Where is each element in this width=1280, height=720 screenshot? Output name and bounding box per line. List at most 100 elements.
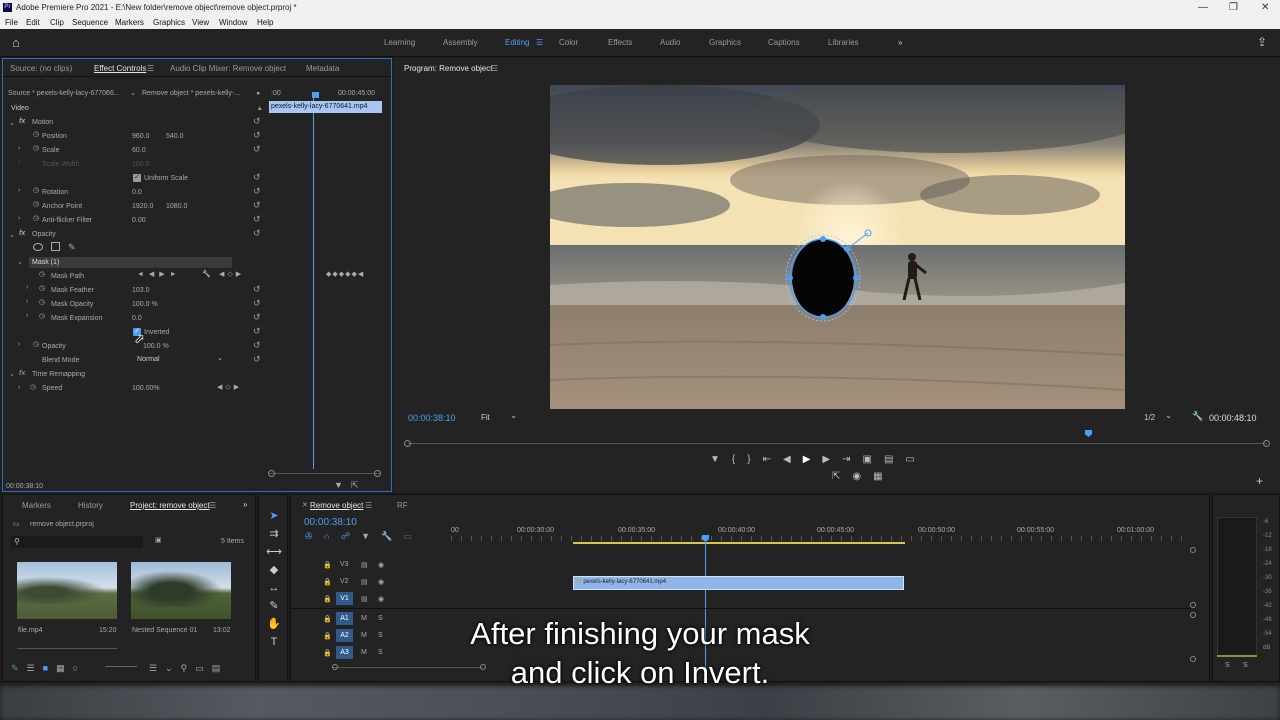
reset-inverted-icon[interactable]: ↺ — [253, 326, 261, 337]
expand-rotation-icon[interactable]: › — [18, 187, 20, 194]
wrench-icon[interactable]: 🔧 — [1192, 411, 1203, 422]
vscroll-handle[interactable] — [1190, 602, 1196, 608]
zoom-scrollbar[interactable] — [269, 473, 381, 474]
uniform-scale-checkbox[interactable]: ✓ — [133, 174, 141, 182]
mask-keyframes[interactable]: ◆◆◆◆◆◀ — [326, 270, 364, 278]
reset-uniform-icon[interactable]: ↺ — [253, 172, 261, 183]
position-x-value[interactable]: 960.0 — [132, 133, 150, 140]
track-select-icon[interactable]: ⇉ — [266, 525, 282, 543]
eye-icon[interactable]: ◉ — [378, 578, 384, 586]
restore-icon[interactable]: ❐ — [1229, 2, 1238, 13]
film-icon[interactable]: ▤ — [361, 595, 368, 603]
lock-icon[interactable]: 🔒 — [323, 650, 332, 657]
settings-icon[interactable]: ▦ — [873, 471, 894, 482]
find-icon[interactable]: ⚲ — [181, 663, 196, 673]
collapse-motion-icon[interactable]: ⌄ — [9, 119, 15, 127]
workspace-editing[interactable]: Editing — [505, 38, 529, 47]
add-button-icon[interactable]: + — [1256, 474, 1263, 488]
panel-menu-icon[interactable]: ☰ — [147, 64, 154, 73]
pen-tool-icon[interactable]: ✎ — [266, 597, 282, 615]
reset-anchor-icon[interactable]: ↺ — [253, 200, 261, 211]
menu-window[interactable]: Window — [219, 18, 247, 27]
stopwatch-icon[interactable]: ◷ — [39, 284, 45, 292]
menu-clip[interactable]: Clip — [50, 18, 64, 27]
snap-icon[interactable]: ∩ — [324, 531, 341, 541]
tab-timeline-sequence[interactable]: Remove object — [310, 501, 363, 510]
dropdown-arrow-icon[interactable]: ⌄ — [130, 89, 136, 97]
scrubber-handle-left[interactable] — [404, 440, 411, 447]
filter-icon[interactable]: ▼ — [334, 480, 343, 490]
transport-controls[interactable]: ▼{}⇤◀▶▶⇥▣▤▭ — [710, 454, 927, 465]
mark-out-icon[interactable]: } — [747, 454, 762, 465]
mask-row-highlight[interactable] — [29, 257, 232, 268]
add-marker-icon[interactable]: ▼ — [710, 454, 732, 465]
lock-icon[interactable]: 🔒 — [323, 633, 332, 640]
mask-label[interactable]: Mask (1) — [32, 259, 59, 266]
zoom-handle-left[interactable] — [268, 470, 275, 477]
reset-opacity-icon[interactable]: ↺ — [253, 228, 261, 239]
expand-mask-opacity-icon[interactable]: › — [26, 298, 28, 305]
expand-expansion-icon[interactable]: › — [26, 312, 28, 319]
workspace-audio[interactable]: Audio — [660, 38, 680, 47]
mask-expansion-value[interactable]: 0.0 — [132, 315, 142, 322]
blend-mode-select[interactable]: Normal ⌄ — [133, 354, 225, 365]
tab-markers[interactable]: Markers — [22, 501, 51, 510]
thumbnail-file[interactable] — [17, 562, 117, 619]
project-toolbar[interactable]: ✎☰■▦○ — [11, 663, 86, 674]
timeline-timecode[interactable]: 00:00:38:10 — [304, 517, 357, 528]
export-icon[interactable]: ⇱ — [351, 480, 359, 491]
keyframe-nav-icon[interactable]: ◀◇▶ — [219, 270, 244, 278]
program-timecode[interactable]: 00:00:38:10 — [408, 413, 456, 423]
workspace-effects[interactable]: Effects — [608, 38, 632, 47]
mask-handle[interactable] — [844, 246, 850, 252]
track-header-v2[interactable]: 🔒 V2 ▤ ◉ — [323, 578, 384, 586]
go-to-out-icon[interactable]: ⇥ — [842, 454, 862, 465]
work-area-bar[interactable] — [573, 542, 905, 544]
type-tool-icon[interactable]: T — [266, 633, 282, 651]
scrubber-handle-right[interactable] — [1263, 440, 1270, 447]
panel-menu-icon[interactable]: ☰ — [209, 501, 216, 510]
reset-rotation-icon[interactable]: ↺ — [253, 186, 261, 197]
zoom-slider-icon[interactable]: ○ — [73, 663, 86, 673]
reset-feather-icon[interactable]: ↺ — [253, 284, 261, 295]
track-header-v3[interactable]: 🔒 V3 ▤ ◉ — [323, 561, 384, 569]
menu-view[interactable]: View — [192, 18, 209, 27]
transport-controls-row2[interactable]: ⇱◉▦ — [832, 471, 895, 482]
position-y-value[interactable]: 540.0 — [166, 133, 184, 140]
ripple-edit-icon[interactable]: ⟷ — [266, 543, 282, 561]
reset-motion-icon[interactable]: ↺ — [253, 116, 261, 127]
hscroll-handle[interactable] — [332, 664, 338, 670]
menu-sequence[interactable]: Sequence — [72, 18, 108, 27]
new-bin-icon[interactable]: ▣ — [155, 536, 162, 544]
stopwatch-icon[interactable]: ◷ — [39, 270, 45, 278]
menu-graphics[interactable]: Graphics — [153, 18, 185, 27]
collapse-time-remap-icon[interactable]: ⌄ — [9, 370, 15, 378]
workspace-libraries[interactable]: Libraries — [828, 38, 859, 47]
timeline-ruler[interactable] — [451, 536, 1191, 541]
linked-selection-icon[interactable]: ☍ — [341, 531, 361, 541]
compare-icon[interactable]: ▭ — [905, 454, 926, 465]
tab-source[interactable]: Source: (no clips) — [10, 64, 72, 73]
expand-feather-icon[interactable]: › — [26, 284, 28, 291]
opacity-value[interactable]: 100.0 % — [143, 343, 169, 350]
rectangle-mask-icon[interactable] — [51, 242, 60, 251]
reset-scale-icon[interactable]: ↺ — [253, 144, 261, 155]
mask-vertex[interactable] — [853, 275, 859, 281]
fit-select[interactable]: Fit ⌄ — [479, 411, 519, 423]
export-frame-icon[interactable]: ⇱ — [832, 471, 852, 482]
fx-icon[interactable]: fx — [19, 118, 25, 125]
reset-opacity-value-icon[interactable]: ↺ — [253, 340, 261, 351]
speed-keyframe-nav-icon[interactable]: ◀◇▶ — [217, 383, 242, 391]
expand-opacity-icon[interactable]: › — [18, 341, 20, 348]
eye-icon[interactable]: ◉ — [378, 595, 384, 603]
film-icon[interactable]: ▤ — [361, 561, 368, 569]
close-icon[interactable]: ✕ — [1261, 2, 1269, 13]
collapse-opacity-icon[interactable]: ⌄ — [9, 231, 15, 239]
fx-icon[interactable]: fx — [19, 230, 25, 237]
thumbnail-scrubber[interactable] — [17, 648, 117, 649]
track-header-a2[interactable]: 🔒 A2 M S — [323, 629, 383, 642]
mask-path-tracking-controls[interactable]: ◄◀▶► — [137, 270, 182, 278]
play-only-icon[interactable]: ▸ — [257, 89, 261, 97]
razor-tool-icon[interactable]: ◆ — [266, 561, 282, 579]
expand-antiflicker-icon[interactable]: › — [18, 215, 20, 222]
